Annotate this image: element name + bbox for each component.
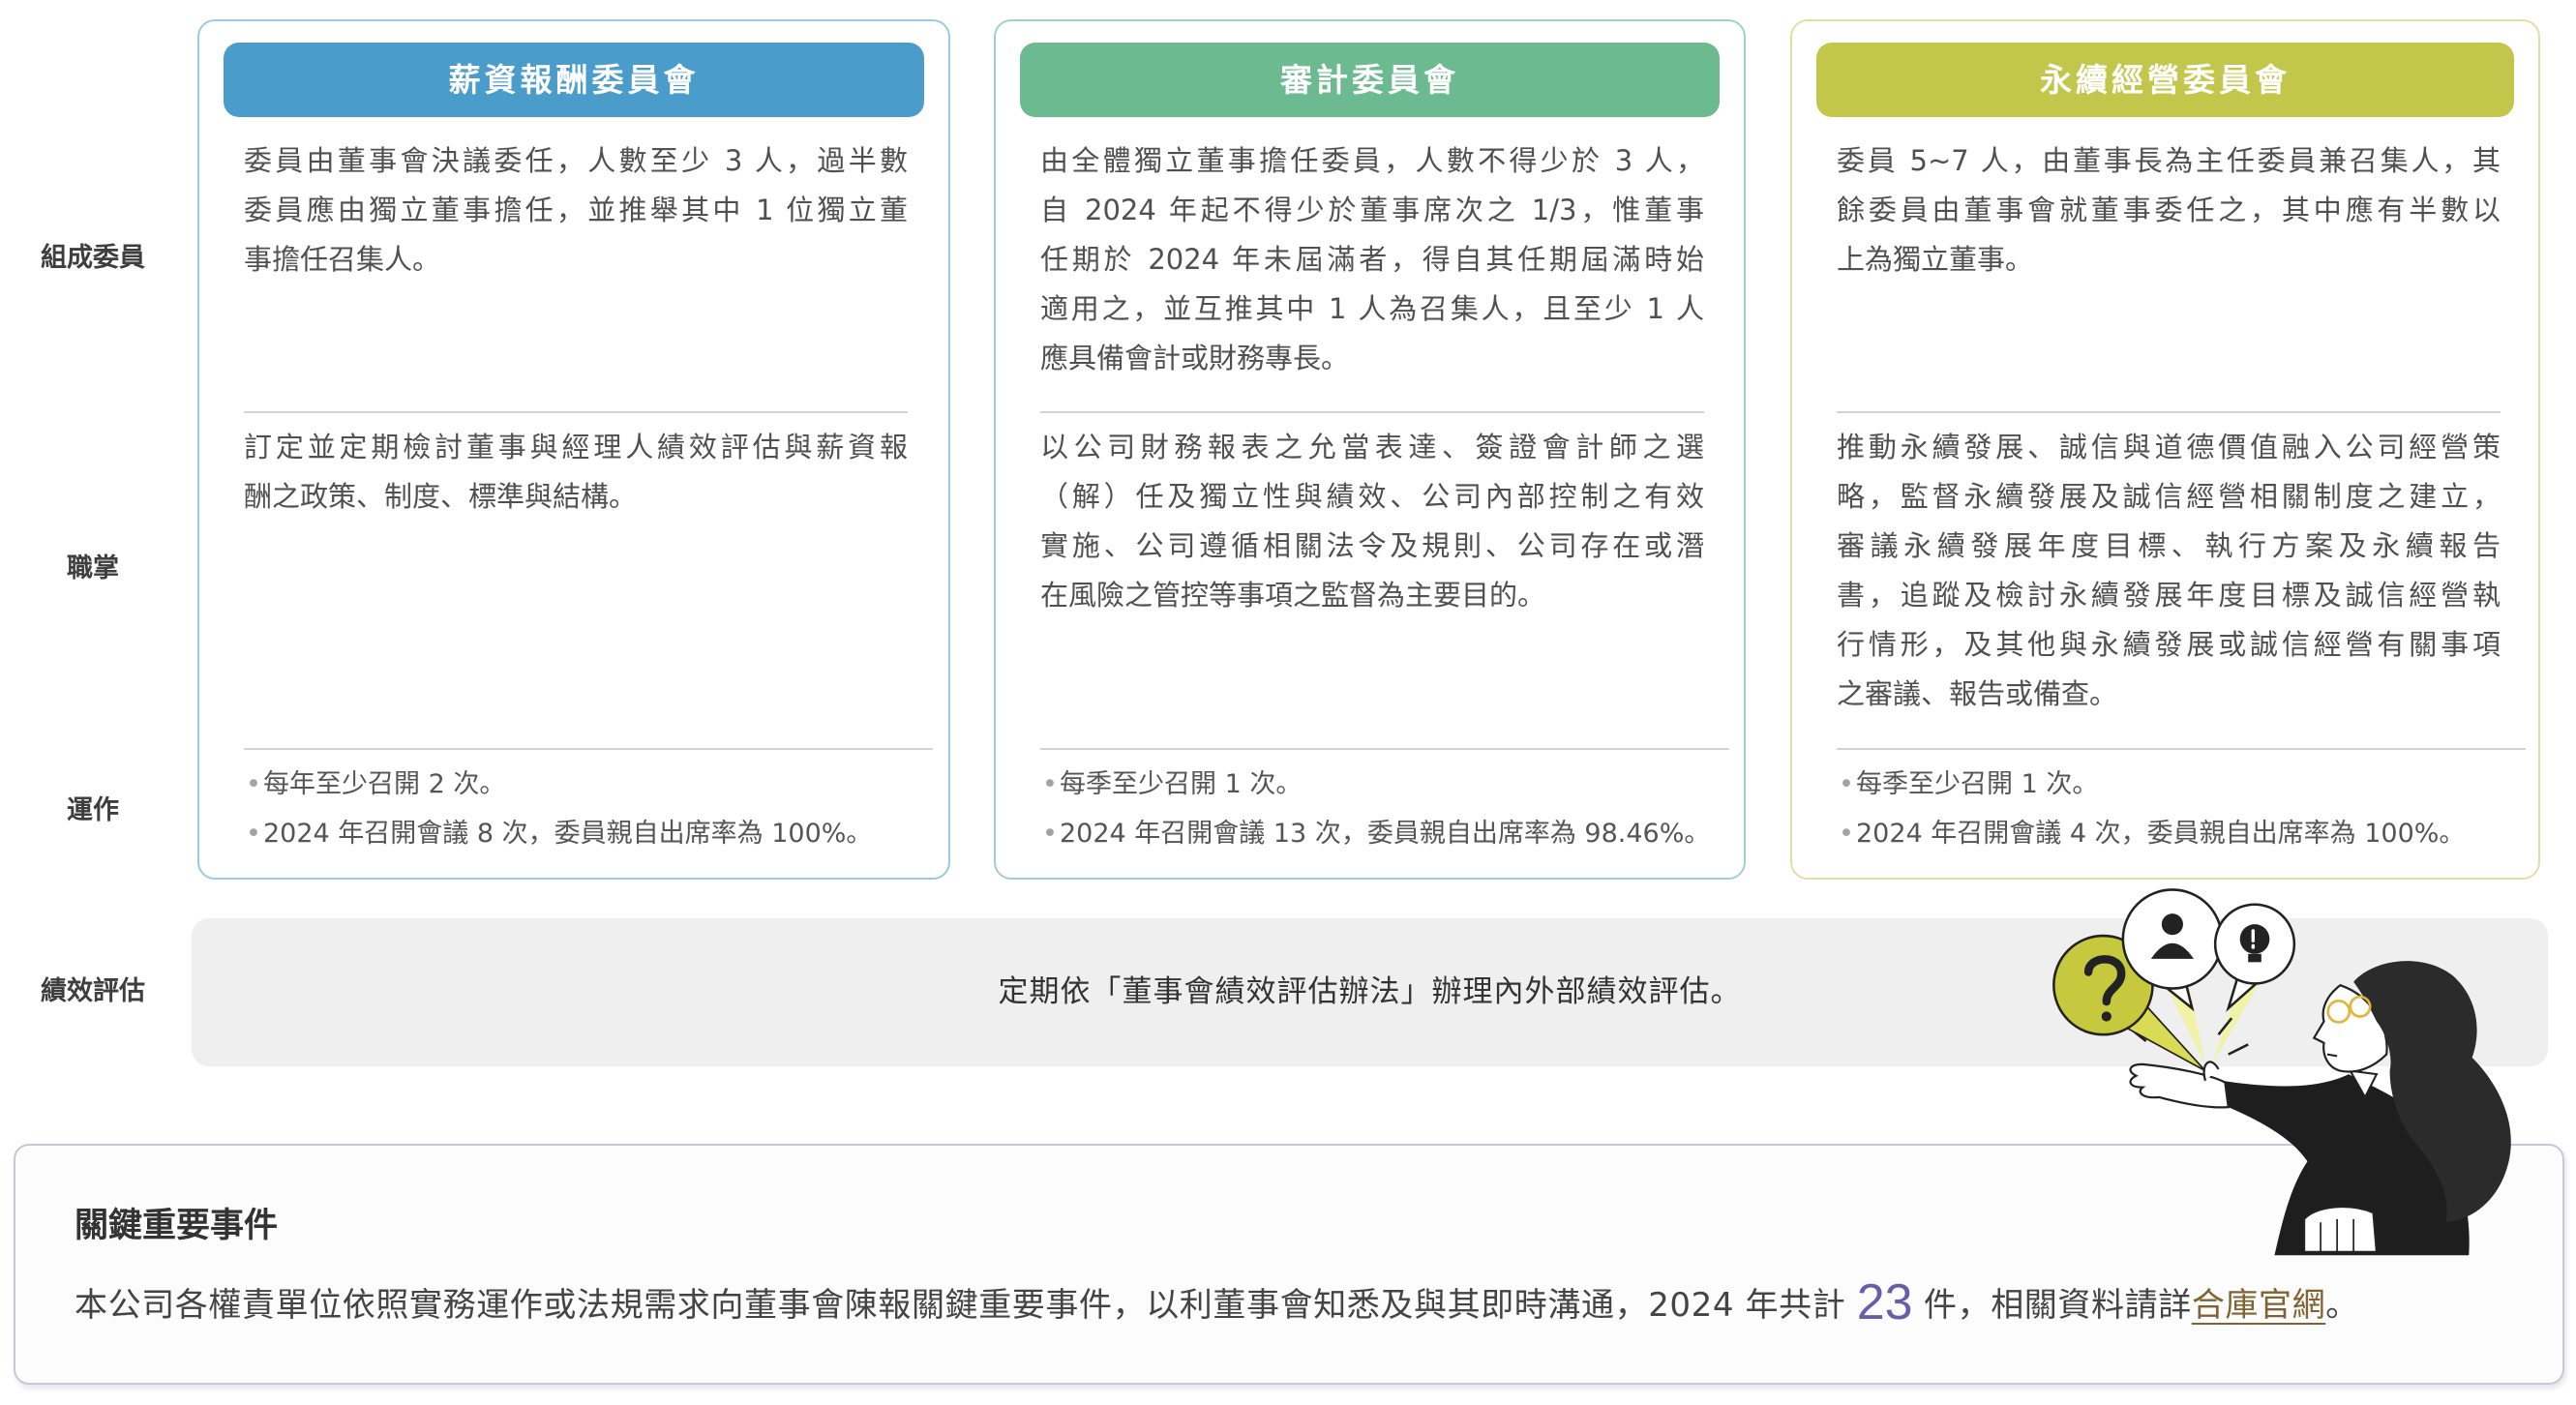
committee-card-audit: 審計委員會 由全體獨立董事擔任委員，人數不得少於 3 人， 自 2024 年起不… xyxy=(994,19,1746,880)
duties-line: 行情形，及其他與永續發展或誠信經營有關事項 xyxy=(1837,628,2501,661)
operations-item: 每季至少召開 1 次。 xyxy=(1038,760,1710,809)
section-divider xyxy=(1837,748,2526,750)
composition-text: 委員由董事會決議委任，人數至少 3 人，過半數 委員應由獨立董事擔任，並推舉其中… xyxy=(244,136,908,284)
duties-line: 以公司財務報表之允當表達、簽證會計師之選 xyxy=(1040,431,1704,463)
operations-list: 每季至少召開 1 次。 2024 年召開會議 4 次，委員親自出席率為 100%… xyxy=(1835,760,2465,858)
duties-line: （解）任及獨立性與績效、公司內部控制之有效 xyxy=(1040,480,1704,513)
composition-line: 委員應由獨立董事擔任，並推舉其中 1 位獨立董 xyxy=(244,194,908,226)
composition-line: 委員 5~7 人，由董事長為主任委員兼召集人，其 xyxy=(1837,144,2501,177)
duties-line: 實施、公司遵循相關法令及規則、公司存在或潛 xyxy=(1040,529,1704,562)
duties-text: 訂定並定期檢討董事與經理人績效評估與薪資報 酬之政策、制度、標準與結構。 xyxy=(244,423,908,522)
key-events-text-after: 。 xyxy=(2325,1286,2359,1325)
duties-line: 推動永續發展、誠信與道德價值融入公司經營策 xyxy=(1837,431,2501,463)
key-events-count: 23 xyxy=(1856,1274,1913,1330)
composition-line: 適用之，並互推其中 1 人為召集人，且至少 1 人 xyxy=(1040,292,1704,325)
section-divider xyxy=(244,748,933,750)
section-divider xyxy=(1040,411,1704,413)
row-label-evaluation: 績效評估 xyxy=(41,976,145,1006)
operations-list: 每季至少召開 1 次。 2024 年召開會議 13 次，委員親自出席率為 98.… xyxy=(1038,760,1710,858)
committee-card-sustainability: 永續經營委員會 委員 5~7 人，由董事長為主任委員兼召集人，其 餘委員由董事會… xyxy=(1790,19,2540,880)
operations-item: 2024 年召開會議 4 次，委員親自出席率為 100%。 xyxy=(1835,809,2465,858)
composition-line: 應具備會計或財務專長。 xyxy=(1040,342,1350,374)
duties-line: 略，監督永續發展及誠信經營相關制度之建立， xyxy=(1837,480,2501,513)
committee-card-remuneration: 薪資報酬委員會 委員由董事會決議委任，人數至少 3 人，過半數 委員應由獨立董事… xyxy=(197,19,950,880)
section-divider xyxy=(1040,748,1729,750)
operations-item: 2024 年召開會議 8 次，委員親自出席率為 100%。 xyxy=(242,809,872,858)
operations-item: 2024 年召開會議 13 次，委員親自出席率為 98.46%。 xyxy=(1038,809,1710,858)
resting-hand xyxy=(2302,1206,2379,1253)
committee-title: 薪資報酬委員會 xyxy=(224,43,924,117)
composition-line: 任期於 2024 年未屆滿者，得自其任期屆滿時始 xyxy=(1040,243,1704,276)
composition-line: 上為獨立董事。 xyxy=(1837,243,2034,276)
composition-line: 事擔任召集人。 xyxy=(244,243,441,276)
section-divider xyxy=(1837,411,2501,413)
duties-text: 推動永續發展、誠信與道德價值融入公司經營策 略，監督永續發展及誠信經營相關制度之… xyxy=(1837,423,2501,719)
woman-with-speech-bubbles-illustration xyxy=(2052,888,2511,1256)
operations-item: 每年至少召開 2 次。 xyxy=(242,760,872,809)
committee-title: 永續經營委員會 xyxy=(1816,43,2514,117)
row-label-composition: 組成委員 xyxy=(41,243,145,273)
key-events-text-before: 本公司各權責單位依照實務運作或法規需求向董事會陳報關鍵重要事件，以利董事會知悉及… xyxy=(75,1286,1857,1325)
composition-line: 餘委員由董事會就董事委任之，其中應有半數以 xyxy=(1837,194,2501,226)
lightbulb-bubble xyxy=(2213,903,2296,1012)
key-events-title: 關鍵重要事件 xyxy=(75,1207,279,1245)
duties-text: 以公司財務報表之允當表達、簽證會計師之選 （解）任及獨立性與績效、公司內部控制之… xyxy=(1040,423,1704,620)
composition-line: 委員由董事會決議委任，人數至少 3 人，過半數 xyxy=(244,144,908,177)
key-events-text: 本公司各權責單位依照實務運作或法規需求向董事會陳報關鍵重要事件，以利董事會知悉及… xyxy=(75,1273,2359,1334)
operations-list: 每年至少召開 2 次。 2024 年召開會議 8 次，委員親自出席率為 100%… xyxy=(242,760,872,858)
composition-line: 自 2024 年起不得少於董事席次之 1/3，惟董事 xyxy=(1040,194,1704,226)
composition-line: 由全體獨立董事擔任委員，人數不得少於 3 人， xyxy=(1040,144,1704,177)
row-label-duties: 職掌 xyxy=(67,553,119,583)
duties-line: 書，追蹤及檢討永續發展年度目標及誠信經營執 xyxy=(1837,579,2501,612)
official-website-link[interactable]: 合庫官網 xyxy=(2192,1286,2325,1325)
duties-line: 審議永續發展年度目標、執行方案及永續報告 xyxy=(1837,529,2501,562)
row-label-operations: 運作 xyxy=(67,795,119,825)
section-divider xyxy=(244,411,908,413)
key-events-text-mid: 件，相關資料請詳 xyxy=(1912,1286,2192,1325)
duties-line: 訂定並定期檢討董事與經理人績效評估與薪資報 xyxy=(244,431,908,463)
composition-text: 由全體獨立董事擔任委員，人數不得少於 3 人， 自 2024 年起不得少於董事席… xyxy=(1040,136,1704,383)
duties-line: 之審議、報告或備查。 xyxy=(1837,677,2118,710)
duties-line: 在風險之管控等事項之監督為主要目的。 xyxy=(1040,579,1546,612)
operations-item: 每季至少召開 1 次。 xyxy=(1835,760,2465,809)
composition-text: 委員 5~7 人，由董事長為主任委員兼召集人，其 餘委員由董事會就董事委任之，其… xyxy=(1837,136,2501,284)
committee-title: 審計委員會 xyxy=(1020,43,1720,117)
duties-line: 酬之政策、制度、標準與結構。 xyxy=(244,480,638,513)
